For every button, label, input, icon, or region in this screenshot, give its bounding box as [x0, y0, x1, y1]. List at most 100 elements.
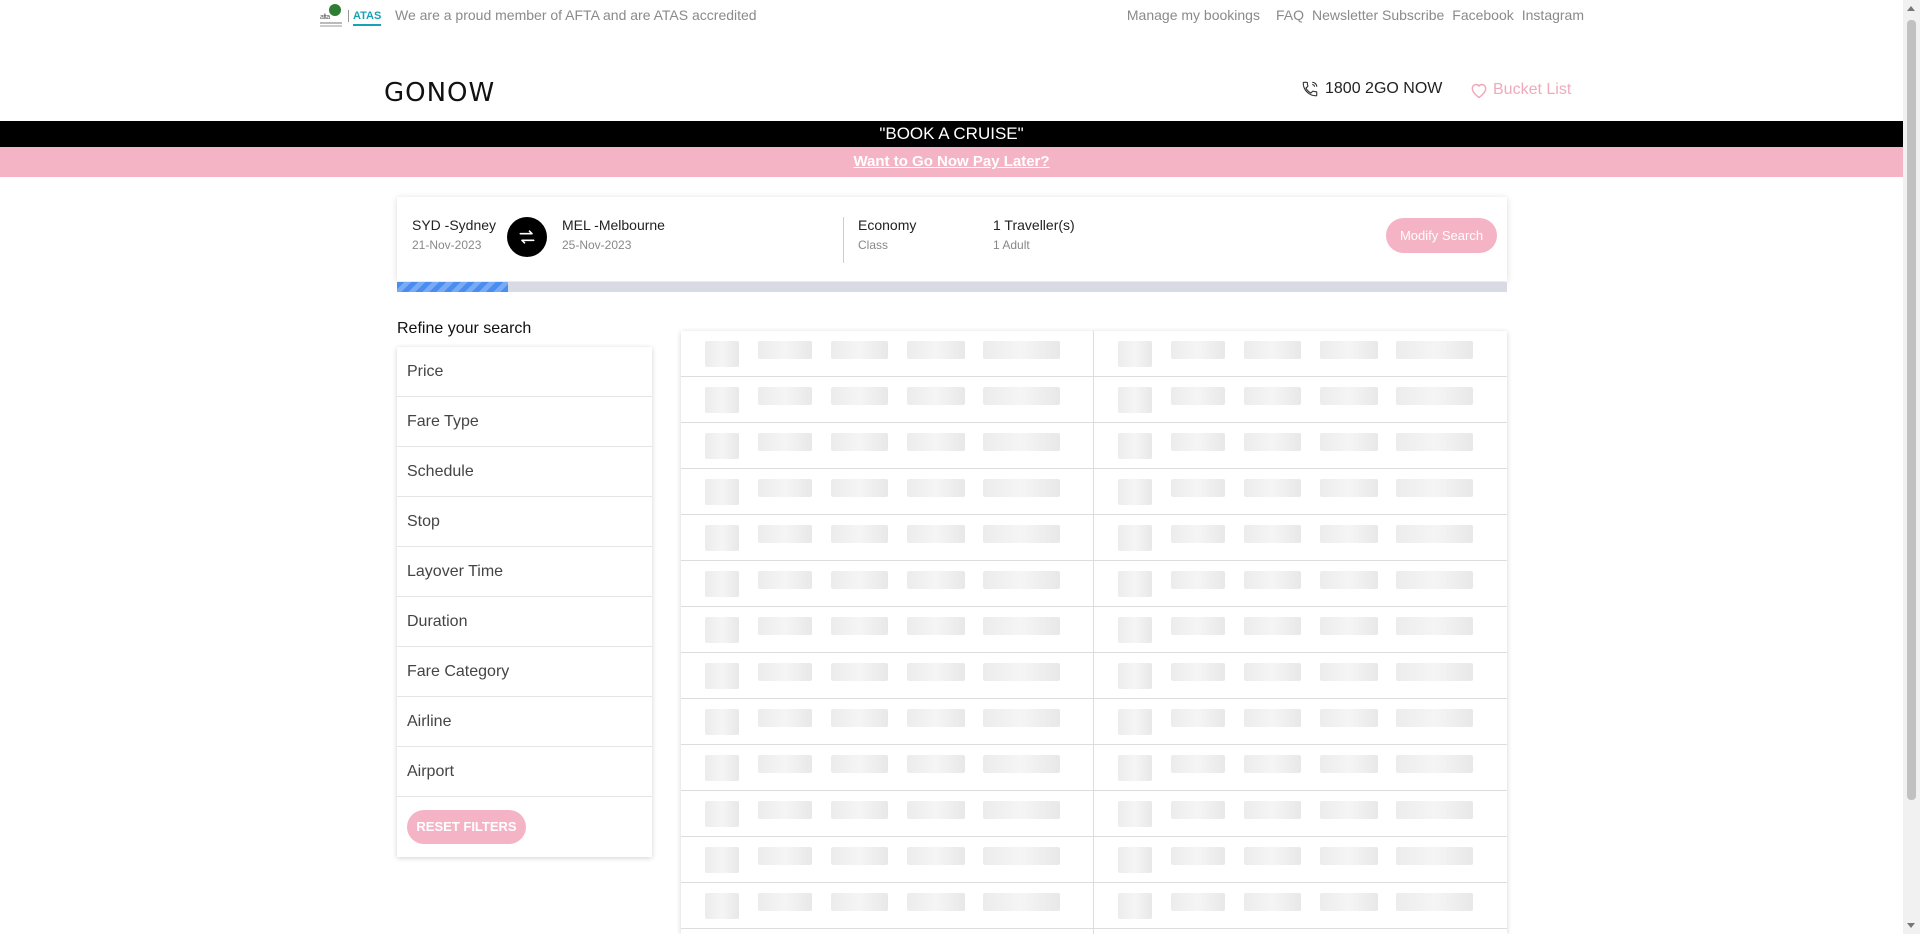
- skeleton-block: [1171, 571, 1225, 589]
- phone-contact[interactable]: 1800 2GO NOW: [1301, 80, 1442, 98]
- newsletter-link[interactable]: Newsletter Subscribe: [1312, 7, 1444, 23]
- skeleton-block: [1118, 341, 1152, 367]
- travellers-segment: 1 Traveller(s) 1 Adult: [993, 217, 1075, 252]
- skeleton-block: [1244, 433, 1301, 451]
- reset-filters-button[interactable]: RESET FILTERS: [407, 810, 526, 844]
- skeleton-block: [1320, 663, 1378, 681]
- skeleton-block: [1171, 433, 1225, 451]
- scroll-down-icon[interactable]: [1907, 923, 1915, 928]
- filter-price[interactable]: Price: [397, 347, 652, 397]
- skeleton-block: [1244, 893, 1301, 911]
- skeleton-row: [681, 699, 1093, 745]
- skeleton-block: [1171, 755, 1225, 773]
- skeleton-block: [1396, 801, 1473, 819]
- results-loading-skeleton: [681, 331, 1507, 934]
- skeleton-block: [983, 387, 1060, 405]
- skeleton-block: [1320, 709, 1378, 727]
- skeleton-block: [1396, 571, 1473, 589]
- top-links: Manage my bookings FAQ Newsletter Subscr…: [1119, 7, 1584, 23]
- scrollbar-thumb[interactable]: [1907, 20, 1916, 800]
- swap-route-button[interactable]: [507, 217, 547, 257]
- skeleton-block: [758, 341, 812, 359]
- afta-tree-icon: [329, 4, 341, 16]
- skeleton-block: [705, 479, 739, 505]
- skeleton-block: [758, 433, 812, 451]
- search-progress-fill: [397, 282, 508, 292]
- origin-city: SYD -Sydney: [412, 217, 497, 233]
- filter-airline[interactable]: Airline: [397, 697, 652, 747]
- skeleton-block: [1244, 801, 1301, 819]
- skeleton-block: [1396, 617, 1473, 635]
- swap-icon: [519, 230, 535, 244]
- skeleton-block: [831, 755, 888, 773]
- skeleton-block: [1396, 709, 1473, 727]
- skeleton-block: [907, 801, 965, 819]
- skeleton-row: [1094, 745, 1507, 791]
- filter-fare-type[interactable]: Fare Type: [397, 397, 652, 447]
- faq-link[interactable]: FAQ: [1276, 7, 1304, 23]
- skeleton-block: [1171, 525, 1225, 543]
- skeleton-row: [1094, 837, 1507, 883]
- depart-date: 21-Nov-2023: [412, 238, 482, 252]
- skeleton-block: [1396, 387, 1473, 405]
- skeleton-row: [1094, 791, 1507, 837]
- scroll-up-icon[interactable]: [1907, 6, 1915, 11]
- facebook-link[interactable]: Facebook: [1452, 7, 1513, 23]
- skeleton-block: [983, 709, 1060, 727]
- skeleton-block: [907, 893, 965, 911]
- skeleton-block: [907, 663, 965, 681]
- skeleton-block: [1320, 847, 1378, 865]
- skeleton-block: [1118, 387, 1152, 413]
- skeleton-block: [831, 801, 888, 819]
- bucket-list-link[interactable]: Bucket List: [1469, 80, 1571, 100]
- skeleton-block: [1118, 525, 1152, 551]
- skeleton-block: [758, 755, 812, 773]
- page-scrollbar[interactable]: [1903, 0, 1920, 934]
- skeleton-block: [758, 847, 812, 865]
- skeleton-block: [1396, 755, 1473, 773]
- skeleton-block: [1244, 341, 1301, 359]
- skeleton-block: [831, 709, 888, 727]
- bucket-list-label: Bucket List: [1493, 81, 1572, 98]
- cabin-segment: Economy Class: [858, 217, 916, 252]
- filter-schedule[interactable]: Schedule: [397, 447, 652, 497]
- skeleton-block: [983, 893, 1060, 911]
- filter-airport[interactable]: Airport: [397, 747, 652, 797]
- skeleton-block: [758, 663, 812, 681]
- manage-bookings-link[interactable]: Manage my bookings: [1127, 7, 1260, 23]
- filter-duration[interactable]: Duration: [397, 597, 652, 647]
- filter-fare-category[interactable]: Fare Category: [397, 647, 652, 697]
- top-bar: afta ATAS We are a proud member of AFTA …: [0, 0, 1903, 30]
- afta-logo: afta: [320, 4, 344, 28]
- cruise-banner[interactable]: "BOOK A CRUISE": [0, 121, 1903, 147]
- skeleton-block: [705, 433, 739, 459]
- skeleton-block: [1171, 847, 1225, 865]
- pay-later-banner[interactable]: Want to Go Now Pay Later?: [0, 147, 1903, 177]
- search-progress-bar: [397, 282, 1507, 292]
- skeleton-row: [1094, 515, 1507, 561]
- skeleton-block: [1320, 341, 1378, 359]
- skeleton-block: [983, 571, 1060, 589]
- traveller-count: 1 Traveller(s): [993, 217, 1075, 233]
- refine-title: Refine your search: [397, 320, 532, 337]
- phone-number: 1800 2GO NOW: [1325, 80, 1443, 97]
- brand-logo[interactable]: GONOW: [384, 78, 495, 108]
- filter-stop[interactable]: Stop: [397, 497, 652, 547]
- instagram-link[interactable]: Instagram: [1522, 7, 1584, 23]
- skeleton-row: [1094, 653, 1507, 699]
- skeleton-row: [681, 331, 1093, 377]
- filter-layover-time[interactable]: Layover Time: [397, 547, 652, 597]
- skeleton-block: [705, 571, 739, 597]
- skeleton-block: [758, 617, 812, 635]
- skeleton-block: [907, 709, 965, 727]
- cabin-class: Economy: [858, 217, 917, 233]
- skeleton-block: [1118, 433, 1152, 459]
- skeleton-block: [1171, 663, 1225, 681]
- skeleton-row: [681, 515, 1093, 561]
- skeleton-block: [1118, 893, 1152, 919]
- skeleton-block: [1244, 571, 1301, 589]
- skeleton-block: [1244, 387, 1301, 405]
- skeleton-row: [681, 653, 1093, 699]
- skeleton-row: [681, 377, 1093, 423]
- modify-search-button[interactable]: Modify Search: [1386, 218, 1497, 253]
